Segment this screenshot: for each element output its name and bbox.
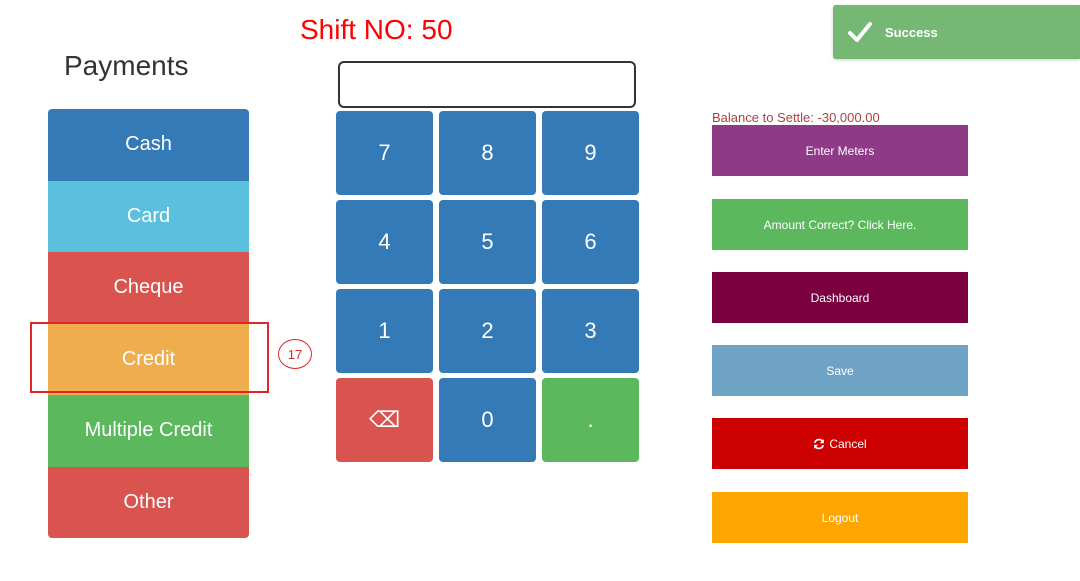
payments-heading: Payments [64,50,189,81]
annotation-step-number: 17 [278,339,312,369]
shift-number-title: Shift NO: 50 [300,14,453,45]
key-2[interactable]: 2 [439,289,536,373]
save-button[interactable]: Save [712,345,968,396]
decimal-key[interactable]: . [542,378,639,462]
toast-message: Success [885,24,938,40]
amount-correct-label: Amount Correct? Click Here. [763,217,917,232]
cancel-label: Cancel [829,436,867,451]
success-toast[interactable]: Success [833,5,1080,59]
amount-input[interactable] [338,61,636,108]
logout-label: Logout [821,510,859,525]
key-5[interactable]: 5 [439,200,536,284]
check-icon [848,22,872,42]
dashboard-button[interactable]: Dashboard [712,272,968,323]
numeric-keypad: 7 8 9 4 5 6 1 2 3 ⌫ 0 . [336,111,639,462]
key-7[interactable]: 7 [336,111,433,195]
key-4[interactable]: 4 [336,200,433,284]
logout-button[interactable]: Logout [712,492,968,543]
backspace-key[interactable]: ⌫ [336,378,433,462]
payment-multiple-credit-button[interactable]: Multiple Credit [48,395,249,467]
key-0[interactable]: 0 [439,378,536,462]
key-1[interactable]: 1 [336,289,433,373]
enter-meters-button[interactable]: Enter Meters [712,125,968,176]
annotation-highlight-box [30,322,269,393]
dashboard-label: Dashboard [810,290,870,305]
cancel-button[interactable]: Cancel [712,418,968,469]
balance-to-settle: Balance to Settle: -30,000.00 [712,110,880,125]
key-8[interactable]: 8 [439,111,536,195]
payment-cash-button[interactable]: Cash [48,109,249,181]
amount-correct-button[interactable]: Amount Correct? Click Here. [712,199,968,250]
payment-cheque-button[interactable]: Cheque [48,252,249,324]
save-label: Save [826,363,854,378]
enter-meters-label: Enter Meters [805,143,875,158]
key-9[interactable]: 9 [542,111,639,195]
refresh-icon [814,438,825,449]
key-6[interactable]: 6 [542,200,639,284]
payment-card-button[interactable]: Card [48,180,249,252]
key-3[interactable]: 3 [542,289,639,373]
payment-other-button[interactable]: Other [48,466,249,538]
